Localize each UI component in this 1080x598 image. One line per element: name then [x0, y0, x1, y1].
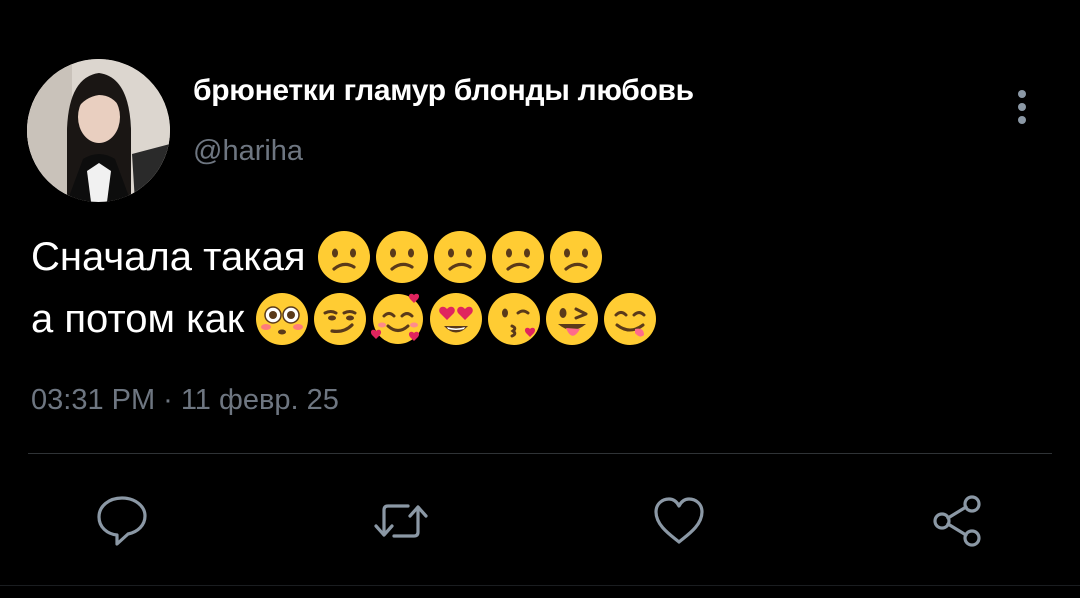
bottom-divider [0, 585, 1080, 586]
display-name[interactable]: брюнетки гламур блонды любовь [193, 74, 694, 108]
face-blowing-kiss-icon [486, 291, 542, 347]
tweet-text: Сначала такая а потом как [31, 226, 660, 350]
tweet-text-line-2: а потом как [31, 288, 660, 350]
retweet-icon[interactable] [372, 492, 430, 550]
tweet-text-part-2: а потом как [31, 297, 245, 341]
confused-face-icon [374, 229, 430, 285]
smiling-face-with-hearts-icon [370, 291, 426, 347]
flushed-face-icon [254, 291, 310, 347]
user-handle[interactable]: @hariha [193, 135, 303, 168]
avatar[interactable] [27, 59, 170, 202]
share-icon[interactable] [928, 492, 986, 550]
reply-icon[interactable] [93, 492, 151, 550]
confused-face-icon [490, 229, 546, 285]
confused-face-icon [316, 229, 372, 285]
heart-eyes-face-icon [428, 291, 484, 347]
smirking-face-icon [312, 291, 368, 347]
tweet-timestamp[interactable]: 03:31 PM · 11 февр. 25 [31, 384, 339, 417]
face-savoring-food-icon [602, 291, 658, 347]
confused-face-icon [432, 229, 488, 285]
tweet-text-line-1: Сначала такая [31, 226, 660, 288]
tweet-time: 03:31 PM [31, 384, 156, 416]
timestamp-separator: · [163, 384, 173, 416]
tweet-text-part-1: Сначала такая [31, 235, 306, 279]
more-vertical-icon[interactable] [1008, 86, 1036, 130]
divider [28, 453, 1052, 454]
tweet-card: брюнетки гламур блонды любовь @hariha Сн… [0, 0, 1080, 598]
winking-face-with-tongue-icon [544, 291, 600, 347]
heart-icon[interactable] [650, 492, 708, 550]
tweet-date: 11 февр. 25 [180, 384, 339, 416]
confused-face-icon [548, 229, 604, 285]
